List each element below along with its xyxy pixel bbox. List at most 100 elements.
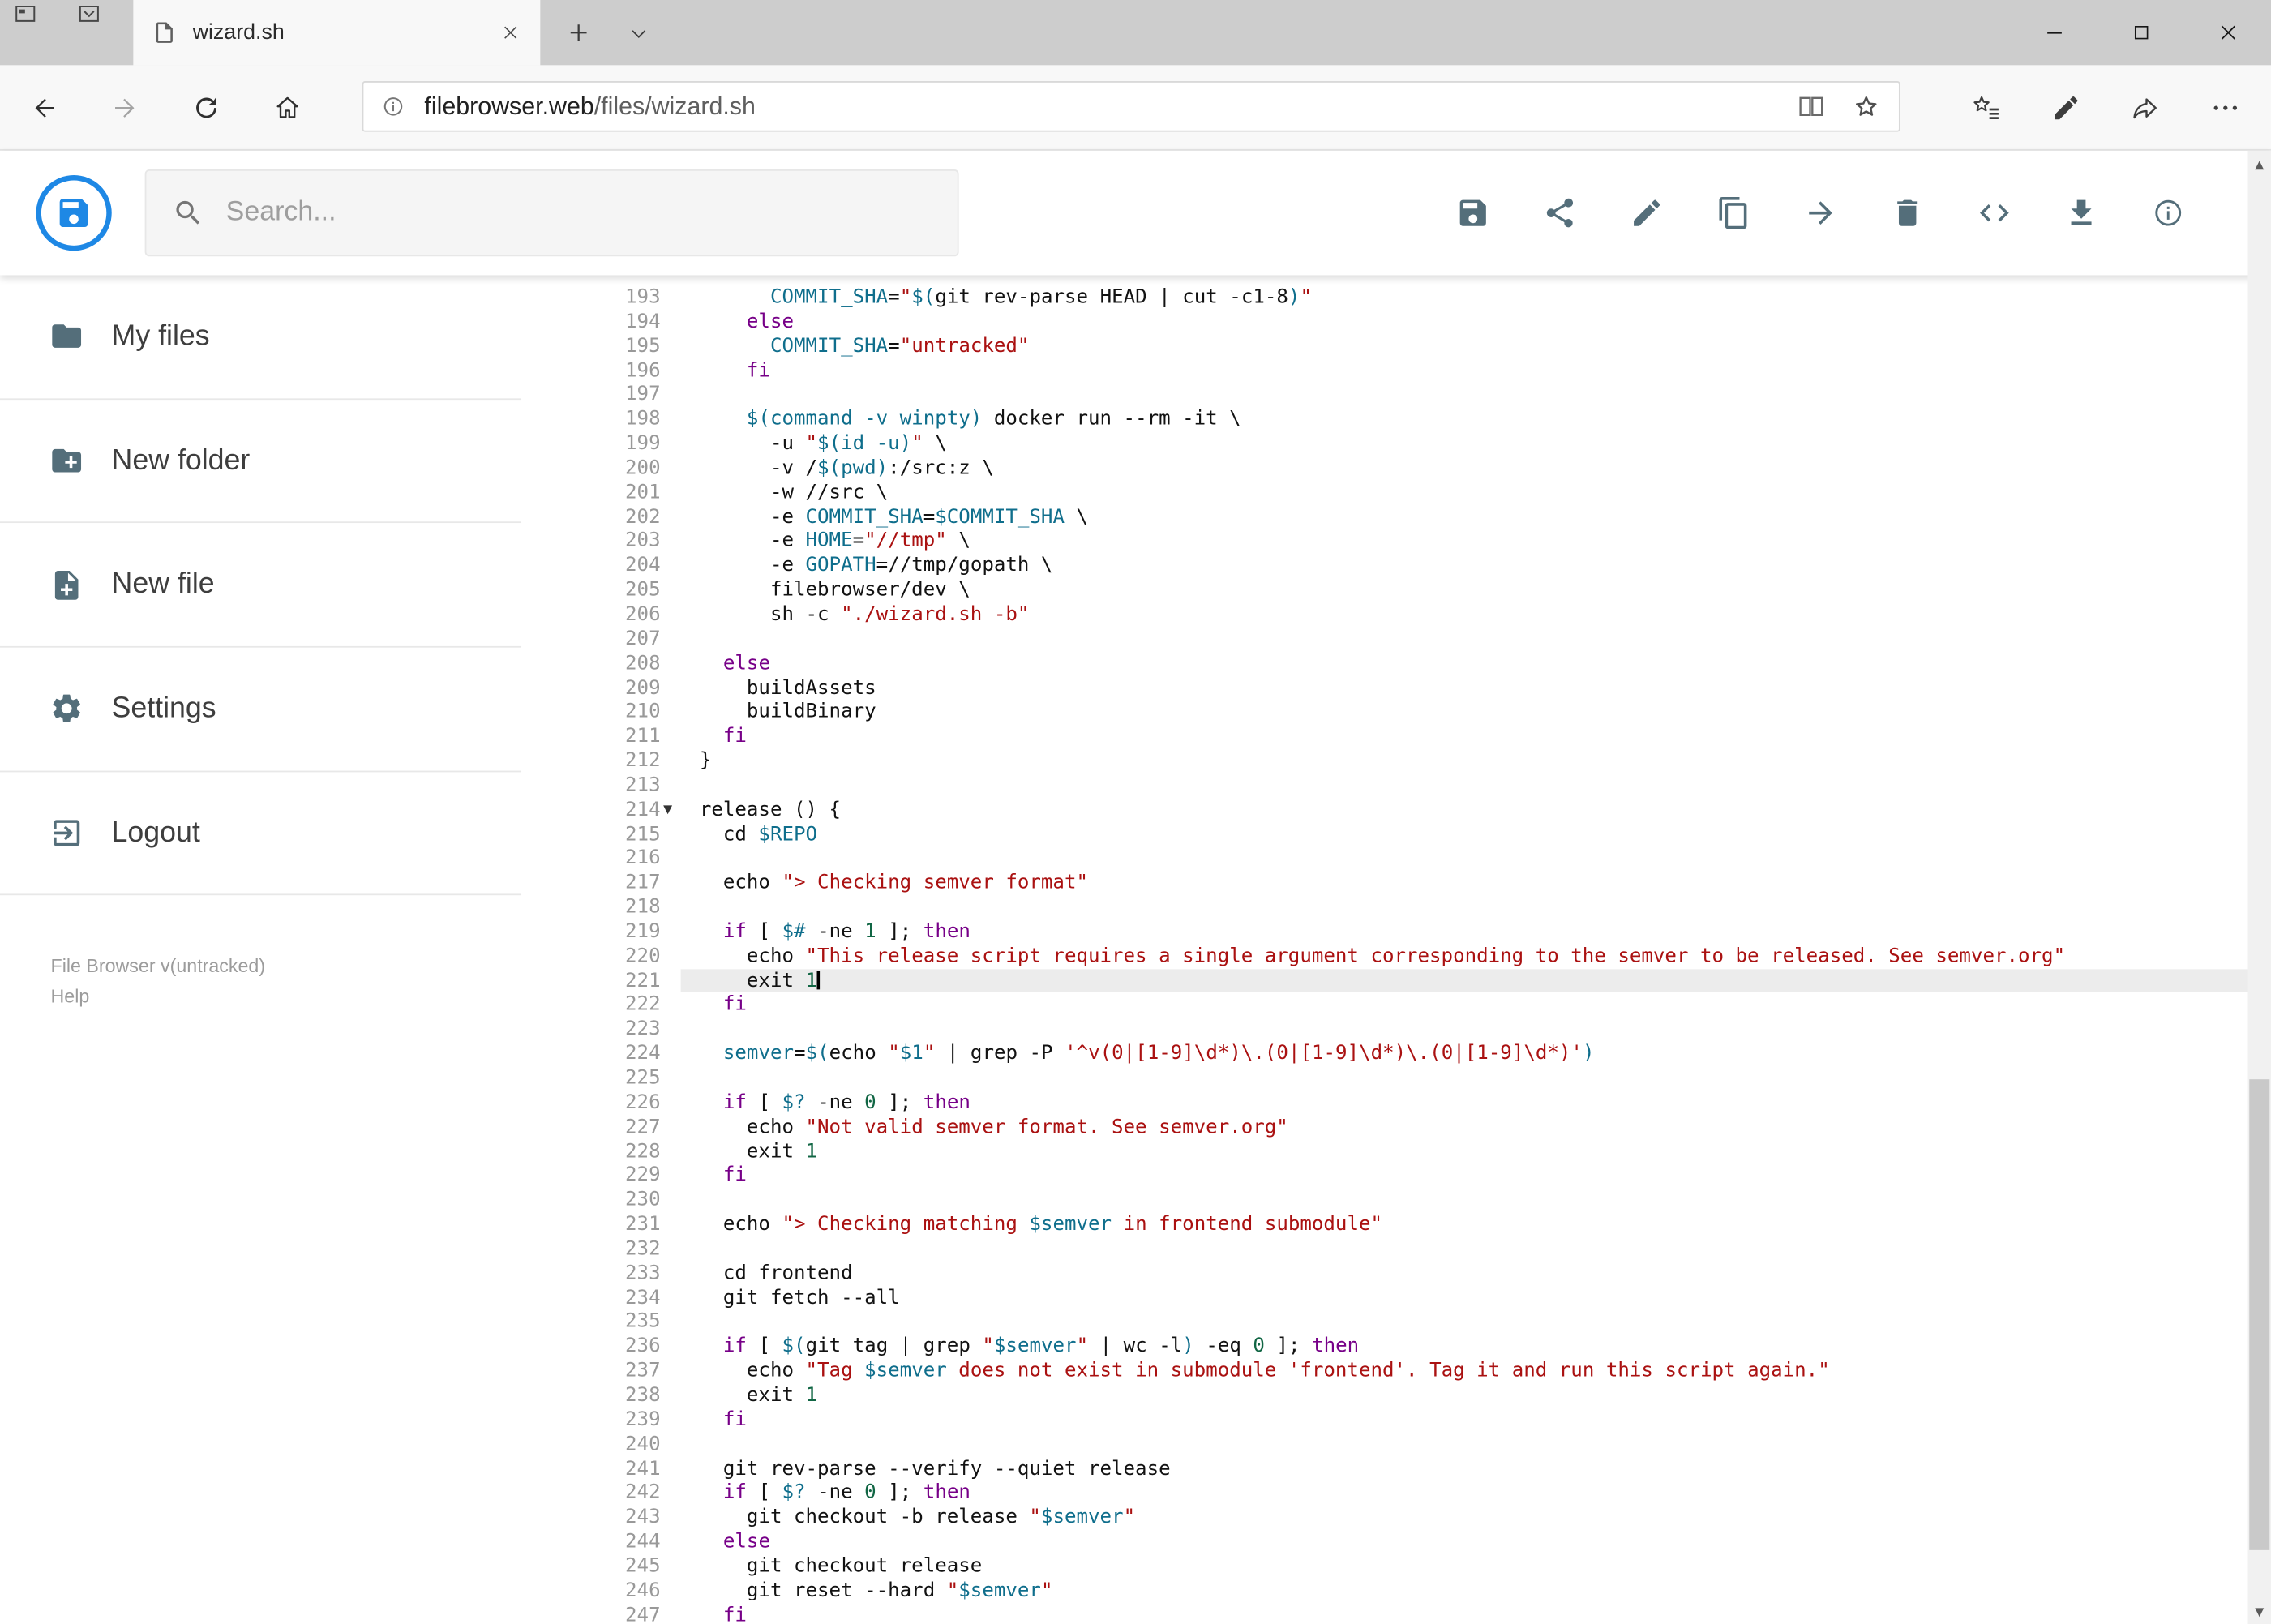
code-line[interactable]: 237 echo "Tag $semver does not exist in … — [521, 1359, 2247, 1383]
share-button[interactable] — [1543, 195, 1578, 230]
code-line[interactable]: 229 fi — [521, 1163, 2247, 1188]
set-tabs-aside-icon[interactable] — [11, 0, 63, 65]
close-tab-icon[interactable] — [499, 22, 521, 44]
refresh-button[interactable] — [177, 78, 234, 135]
scroll-down-arrow-icon[interactable]: ▼ — [2247, 1600, 2271, 1621]
window-maximize-button[interactable] — [2097, 0, 2184, 65]
web-notes-button[interactable] — [2026, 71, 2106, 145]
code-line[interactable]: 212} — [521, 749, 2247, 773]
code-line[interactable]: 209 buildAssets — [521, 676, 2247, 701]
code-line[interactable]: 243 git checkout -b release "$semver" — [521, 1506, 2247, 1530]
code-line[interactable]: 222 fi — [521, 993, 2247, 1018]
sidebar-item-my-files[interactable]: My files — [0, 275, 522, 400]
code-line[interactable]: 206 sh -c "./wizard.sh -b" — [521, 602, 2247, 627]
search-input[interactable] — [225, 197, 932, 229]
code-editor[interactable]: 193 COMMIT_SHA="$(git rev-parse HEAD | c… — [521, 275, 2248, 1624]
code-line[interactable]: 241 git rev-parse --verify --quiet relea… — [521, 1457, 2247, 1481]
window-minimize-button[interactable] — [2011, 0, 2097, 65]
more-options-button[interactable] — [2186, 71, 2265, 145]
code-line[interactable]: 215 cd $REPO — [521, 822, 2247, 846]
code-line[interactable]: 231 echo "> Checking matching $semver in… — [521, 1213, 2247, 1237]
code-line[interactable]: 221 exit 1 — [521, 968, 2248, 993]
sidebar-item-settings[interactable]: Settings — [0, 648, 522, 772]
code-line[interactable]: 195 COMMIT_SHA="untracked" — [521, 334, 2247, 358]
download-button[interactable] — [2064, 195, 2099, 230]
sidebar-item-new-file[interactable]: New file — [0, 524, 522, 648]
sidebar-item-new-folder[interactable]: New folder — [0, 400, 522, 524]
move-button[interactable] — [1803, 195, 1838, 230]
code-line[interactable]: 203 -e HOME="//tmp" \ — [521, 529, 2247, 554]
tab-list-chevron-icon[interactable] — [610, 0, 667, 65]
code-line[interactable]: 220 echo "This release script requires a… — [521, 945, 2247, 969]
code-line[interactable]: 200 -v /$(pwd):/src:z \ — [521, 456, 2247, 481]
code-line[interactable]: 194 else — [521, 310, 2247, 334]
code-line[interactable]: 213 — [521, 773, 2247, 798]
line-number: 225 — [625, 1066, 661, 1090]
fold-marker-icon[interactable]: ▼ — [661, 798, 681, 822]
code-line[interactable]: 223 — [521, 1018, 2247, 1042]
code-button[interactable] — [1977, 195, 2012, 230]
copy-button[interactable] — [1716, 195, 1751, 230]
code-line[interactable]: 246 git reset --hard "$semver" — [521, 1579, 2247, 1603]
code-line[interactable]: 198 $(command -v winpty) docker run --rm… — [521, 407, 2247, 431]
code-line[interactable]: 210 buildBinary — [521, 701, 2247, 725]
reading-view-icon[interactable] — [1796, 92, 1827, 122]
code-line[interactable]: 199 -u "$(id -u)" \ — [521, 432, 2247, 456]
code-line[interactable]: 233 cd frontend — [521, 1262, 2247, 1286]
code-line[interactable]: 208 else — [521, 651, 2247, 675]
new-tab-button[interactable] — [546, 0, 610, 65]
code-line[interactable]: 239 fi — [521, 1408, 2247, 1432]
code-line[interactable]: 238 exit 1 — [521, 1383, 2247, 1408]
code-line[interactable]: 197 — [521, 383, 2247, 407]
help-link[interactable]: Help — [51, 981, 266, 1012]
code-line[interactable]: 244 else — [521, 1530, 2247, 1554]
back-button[interactable] — [15, 78, 72, 135]
code-line[interactable]: 202 -e COMMIT_SHA=$COMMIT_SHA \ — [521, 505, 2247, 529]
scroll-up-arrow-icon[interactable]: ▲ — [2247, 153, 2271, 174]
save-button[interactable] — [1455, 195, 1490, 230]
browser-tab[interactable]: wizard.sh — [133, 0, 541, 66]
code-line[interactable]: 235 — [521, 1310, 2247, 1335]
code-line[interactable]: 230 — [521, 1189, 2247, 1213]
favorite-star-icon[interactable] — [1851, 92, 1882, 122]
code-line[interactable]: 240 — [521, 1433, 2247, 1457]
code-line[interactable]: 216 — [521, 846, 2247, 871]
code-line[interactable]: 214 ▼ release () { — [521, 798, 2247, 822]
code-line[interactable]: 207 — [521, 627, 2247, 651]
page-scrollbar[interactable]: ▲ ▼ — [2247, 150, 2271, 1624]
info-button[interactable] — [2151, 195, 2186, 230]
filebrowser-logo[interactable] — [35, 174, 113, 251]
address-bar[interactable]: filebrowser.web/files/wizard.sh — [362, 81, 1900, 132]
code-line[interactable]: 247 fi — [521, 1603, 2247, 1624]
home-button[interactable] — [258, 78, 315, 135]
code-line[interactable]: 228 exit 1 — [521, 1139, 2247, 1163]
site-info-icon[interactable] — [381, 94, 405, 118]
sidebar-item-logout[interactable]: Logout — [0, 772, 522, 897]
code-line[interactable]: 227 echo "Not valid semver format. See s… — [521, 1115, 2247, 1139]
delete-button[interactable] — [1890, 195, 1925, 230]
code-line[interactable]: 242 if [ $? -ne 0 ]; then — [521, 1481, 2247, 1506]
code-line[interactable]: 196 fi — [521, 358, 2247, 383]
window-close-button[interactable] — [2184, 0, 2271, 65]
code-line[interactable]: 224 semver=$(echo "$1" | grep -P '^v(0|[… — [521, 1042, 2247, 1066]
code-line[interactable]: 217 echo "> Checking semver format" — [521, 871, 2247, 895]
code-line[interactable]: 211 fi — [521, 725, 2247, 749]
code-line[interactable]: 226 if [ $? -ne 0 ]; then — [521, 1091, 2247, 1115]
tab-preview-icon[interactable] — [75, 0, 127, 65]
code-line[interactable]: 234 git fetch --all — [521, 1286, 2247, 1310]
hub-favorites-button[interactable] — [1947, 71, 2026, 145]
code-line[interactable]: 204 -e GOPATH=//tmp/gopath \ — [521, 554, 2247, 578]
scrollbar-thumb[interactable] — [2249, 1078, 2270, 1551]
code-line[interactable]: 218 — [521, 895, 2247, 919]
code-line[interactable]: 245 git checkout release — [521, 1554, 2247, 1579]
code-line[interactable]: 219 if [ $# -ne 1 ]; then — [521, 920, 2247, 945]
code-line[interactable]: 225 — [521, 1066, 2247, 1091]
code-line[interactable]: 205 filebrowser/dev \ — [521, 578, 2247, 602]
edit-button[interactable] — [1630, 195, 1665, 230]
code-line[interactable]: 236 if [ $(git tag | grep "$semver" | wc… — [521, 1335, 2247, 1359]
code-line[interactable]: 232 — [521, 1237, 2247, 1262]
code-line[interactable]: 201 -w //src \ — [521, 481, 2247, 505]
code-line[interactable]: 193 COMMIT_SHA="$(git rev-parse HEAD | c… — [521, 285, 2247, 310]
forward-button[interactable] — [96, 78, 153, 135]
share-button[interactable] — [2106, 71, 2185, 145]
